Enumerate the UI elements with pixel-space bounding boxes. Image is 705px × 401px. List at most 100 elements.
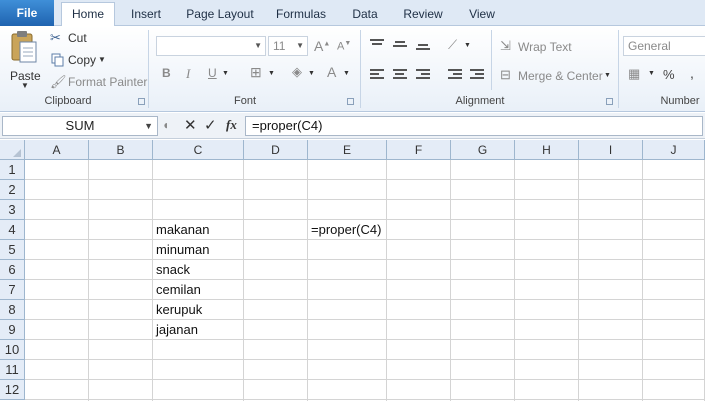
column-header-h[interactable]: H xyxy=(515,140,579,160)
grow-font-icon[interactable]: A▲ xyxy=(314,38,330,54)
column-header-f[interactable]: F xyxy=(387,140,451,160)
merge-center-label: Merge & Center xyxy=(518,69,603,83)
number-format-select[interactable]: General xyxy=(623,36,705,56)
gridline-vertical xyxy=(578,160,579,401)
scissors-icon: ✂ xyxy=(50,30,61,45)
row-header-12[interactable]: 12 xyxy=(0,380,25,400)
row-header-2[interactable]: 2 xyxy=(0,180,25,200)
copy-icon xyxy=(51,53,64,67)
gridline-vertical xyxy=(243,160,244,401)
orientation-icon[interactable]: ⟋ xyxy=(448,37,457,53)
row-header-9[interactable]: 9 xyxy=(0,320,25,340)
fill-color-icon[interactable]: ◈ xyxy=(292,64,302,80)
align-right-icon[interactable] xyxy=(416,69,430,81)
row-header-1[interactable]: 1 xyxy=(0,160,25,180)
row-header-3[interactable]: 3 xyxy=(0,200,25,220)
row-header-8[interactable]: 8 xyxy=(0,300,25,320)
tab-insert[interactable]: Insert xyxy=(122,4,170,26)
cell-c5[interactable]: minuman xyxy=(153,240,209,260)
font-size-select[interactable]: 11 ▼ xyxy=(268,36,308,56)
column-header-a[interactable]: A xyxy=(25,140,89,160)
align-center-icon[interactable] xyxy=(393,69,407,81)
insert-function-button[interactable]: fx xyxy=(226,117,237,133)
currency-format-icon[interactable]: ▦ xyxy=(628,66,640,82)
tab-home[interactable]: Home xyxy=(61,2,115,27)
font-name-select[interactable]: ▼ xyxy=(156,36,266,56)
chevron-down-icon: ▼ xyxy=(144,121,153,131)
clipboard-dialog-launcher[interactable] xyxy=(138,98,145,105)
gridline-horizontal xyxy=(25,299,705,300)
gridline-vertical xyxy=(386,160,387,401)
decrease-indent-icon[interactable] xyxy=(448,69,462,81)
row-header-7[interactable]: 7 xyxy=(0,280,25,300)
column-header-j[interactable]: J xyxy=(643,140,705,160)
row-header-10[interactable]: 10 xyxy=(0,340,25,360)
tab-review[interactable]: Review xyxy=(396,4,450,26)
column-header-i[interactable]: I xyxy=(579,140,643,160)
borders-icon[interactable]: ⊞ xyxy=(250,64,262,81)
align-top-icon[interactable] xyxy=(370,39,384,51)
clipboard-group-label: Clipboard xyxy=(44,95,92,107)
align-bottom-icon[interactable] xyxy=(416,44,430,56)
tab-formulas[interactable]: Formulas xyxy=(270,4,332,26)
font-dialog-launcher[interactable] xyxy=(347,98,354,105)
format-painter-label: Format Painter xyxy=(68,75,148,89)
cell-c9[interactable]: jajanan xyxy=(153,320,198,340)
merge-center-button[interactable]: ⊟ Merge & Center ▼ xyxy=(500,67,612,85)
increase-indent-icon[interactable] xyxy=(470,69,484,81)
column-header-e[interactable]: E xyxy=(308,140,387,160)
column-header-g[interactable]: G xyxy=(451,140,515,160)
tab-file[interactable]: File xyxy=(0,0,54,26)
cell-e4[interactable]: =proper(C4) xyxy=(308,220,381,240)
percent-style-button[interactable]: % xyxy=(663,67,675,82)
font-color-icon[interactable]: A xyxy=(327,64,336,80)
formula-input[interactable]: =proper(C4) xyxy=(245,116,703,136)
name-box[interactable]: SUM ▼ xyxy=(2,116,158,136)
underline-button[interactable]: U xyxy=(208,66,217,80)
gridline-horizontal xyxy=(25,319,705,320)
align-middle-icon[interactable] xyxy=(393,41,407,53)
spreadsheet-grid[interactable]: ABCDEFGHIJ 1 2 3 4 5 6 7 8 9 10 11 12 makanan minuman… xyxy=(0,140,705,401)
column-header-d[interactable]: D xyxy=(244,140,308,160)
copy-button[interactable]: Copy ▼ xyxy=(50,51,140,69)
wrap-text-button[interactable]: ⇲ Wrap Text xyxy=(500,38,600,56)
tab-page-layout[interactable]: Page Layout xyxy=(180,4,260,26)
resize-handle-icon[interactable]: ◖ xyxy=(162,118,169,132)
gridline-vertical xyxy=(642,160,643,401)
cell-c4[interactable]: makanan xyxy=(153,220,209,240)
select-all-button[interactable] xyxy=(0,140,25,160)
chevron-down-icon: ▼ xyxy=(98,55,106,64)
brush-icon: 🖌 xyxy=(50,74,67,89)
align-left-icon[interactable] xyxy=(370,69,384,81)
gridline-horizontal xyxy=(25,179,705,180)
gridline-horizontal xyxy=(25,259,705,260)
tab-view[interactable]: View xyxy=(460,4,504,26)
row-header-5[interactable]: 5 xyxy=(0,240,25,260)
formula-controls: ◖ ✕ ✓ fx xyxy=(160,116,244,136)
cell-c8[interactable]: kerupuk xyxy=(153,300,202,320)
bold-button[interactable]: B xyxy=(162,66,171,80)
gridline-vertical xyxy=(514,160,515,401)
column-header-c[interactable]: C xyxy=(153,140,244,160)
tab-data[interactable]: Data xyxy=(344,4,386,26)
chevron-down-icon: ▼ xyxy=(222,70,229,77)
row-header-6[interactable]: 6 xyxy=(0,260,25,280)
alignment-dialog-launcher[interactable] xyxy=(606,98,613,105)
row-header-4[interactable]: 4 xyxy=(0,220,25,240)
format-painter-button[interactable]: 🖌 Format Painter xyxy=(50,73,148,91)
gridline-vertical xyxy=(450,160,451,401)
cut-button[interactable]: ✂ Cut xyxy=(50,29,140,47)
paste-button[interactable]: Paste ▼ xyxy=(6,30,42,90)
cell-c7[interactable]: cemilan xyxy=(153,280,201,300)
column-header-b[interactable]: B xyxy=(89,140,153,160)
comma-style-button[interactable]: , xyxy=(690,65,694,81)
italic-button[interactable]: I xyxy=(186,66,190,82)
enter-icon[interactable]: ✓ xyxy=(204,116,217,134)
cell-c6[interactable]: snack xyxy=(153,260,190,280)
row-header-11[interactable]: 11 xyxy=(0,360,25,380)
chevron-down-icon: ▼ xyxy=(268,70,275,77)
shrink-font-icon[interactable]: A▼ xyxy=(337,40,351,53)
gridline-horizontal xyxy=(25,279,705,280)
gridline-horizontal xyxy=(25,359,705,360)
cancel-icon[interactable]: ✕ xyxy=(184,116,197,134)
